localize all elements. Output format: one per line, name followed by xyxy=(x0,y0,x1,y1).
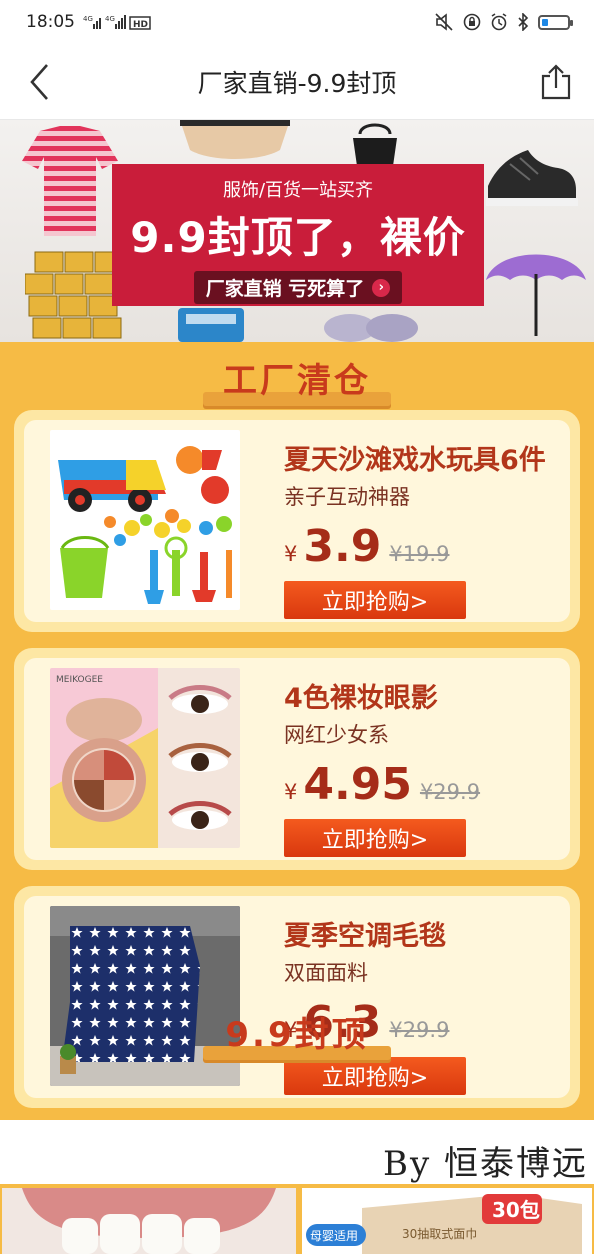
product-info: 4色裸妆眼影 网红少女系 ¥ 4.95 ¥29.9 立即抢购> xyxy=(284,676,560,857)
product-card-inner: 夏天沙滩戏水玩具6件 亲子互动神器 ¥ 3.9 ¥19.9 立即抢购> xyxy=(24,420,570,622)
product-original-price: ¥29.9 xyxy=(419,780,481,804)
section-title: 工厂清仓 xyxy=(223,361,371,401)
underwear-image xyxy=(180,120,290,159)
product-image-eyeshadow[interactable]: MEIKOGEE xyxy=(50,668,240,848)
status-left: 18:05 4G 4G HD xyxy=(26,12,153,32)
section-header-clearance: 工厂清仓 xyxy=(0,342,594,408)
bag-image xyxy=(353,123,397,166)
umbrella-image xyxy=(486,254,586,336)
lock-rotation-icon xyxy=(463,13,481,31)
buy-now-button[interactable]: 立即抢购> xyxy=(284,819,466,857)
face-mask-image xyxy=(178,308,244,342)
product-title[interactable]: 4色裸妆眼影 xyxy=(284,676,560,715)
product-card[interactable]: 夏天沙滩戏水玩具6件 亲子互动神器 ¥ 3.9 ¥19.9 立即抢购> xyxy=(14,410,580,632)
shirt-image xyxy=(22,126,118,236)
product-info: 夏天沙滩戏水玩具6件 亲子互动神器 ¥ 3.9 ¥19.9 立即抢购> xyxy=(284,438,560,619)
arrow-right-icon: › xyxy=(372,278,391,297)
page-title: 厂家直销-9.9封顶 xyxy=(197,68,397,98)
bluetooth-icon xyxy=(518,13,529,31)
hero-banner[interactable]: 服饰/百货一站买齐 9.9封顶了，裸价 厂家直销 亏死算了 › xyxy=(0,120,594,342)
svg-text:HD: HD xyxy=(133,20,148,30)
slippers-image xyxy=(324,314,418,342)
signal-icon: 4G 4G HD xyxy=(83,15,151,30)
product-desc: 亲子互动神器 xyxy=(284,485,410,509)
product-desc: 双面面料 xyxy=(284,961,368,985)
product-image-tissue-box[interactable]: 30包 母婴适用 30抽取式面巾 xyxy=(302,1188,592,1254)
status-right xyxy=(434,13,573,31)
shoe-image xyxy=(486,150,578,206)
status-bar: 18:05 4G 4G HD xyxy=(0,0,594,44)
price-row: ¥ 3.9 ¥19.9 xyxy=(284,525,560,569)
price-row: ¥ 4.95 ¥29.9 xyxy=(284,763,560,807)
nav-bar: 厂家直销-9.9封顶 xyxy=(0,44,594,120)
product-title[interactable]: 夏天沙滩戏水玩具6件 xyxy=(284,438,560,477)
brand-label: MEIKOGEE xyxy=(56,675,103,685)
hero-subtitle: 服饰/百货一站买齐 xyxy=(222,180,374,201)
product-image-beach-toys[interactable] xyxy=(50,430,240,610)
hero-promo-box: 服饰/百货一站买齐 9.9封顶了，裸价 厂家直销 亏死算了 › xyxy=(112,164,484,306)
status-time: 18:05 xyxy=(26,12,75,32)
svg-text:4G: 4G xyxy=(105,15,115,23)
share-icon[interactable] xyxy=(540,62,572,102)
watermark: By 恒泰博远 xyxy=(382,1144,588,1184)
section-title: 9.9封顶 xyxy=(225,1015,369,1055)
currency-symbol: ¥ xyxy=(284,780,298,804)
section-header-99: 9.9封顶 xyxy=(0,996,594,1062)
product-original-price: ¥19.9 xyxy=(389,542,450,566)
mute-icon xyxy=(435,13,453,31)
svg-text:4G: 4G xyxy=(83,15,93,23)
box-text: 30抽取式面巾 xyxy=(402,1227,477,1241)
hero-tag-text: 厂家直销 亏死算了 xyxy=(205,278,365,300)
product-preview-row: 30包 母婴适用 30抽取式面巾 xyxy=(0,1184,594,1254)
product-card[interactable]: MEIKOGEE 4色裸妆眼影 网红少女系 ¥ 4.95 ¥29.9 立即抢购> xyxy=(14,648,580,870)
badge-label: 母婴适用 xyxy=(310,1229,358,1243)
hero-tag[interactable]: 厂家直销 亏死算了 › xyxy=(193,271,403,304)
product-image-teeth[interactable] xyxy=(2,1188,296,1254)
buy-now-button[interactable]: 立即抢购> xyxy=(284,1057,466,1095)
product-title[interactable]: 夏季空调毛毯 xyxy=(284,914,560,953)
alarm-icon xyxy=(491,13,507,31)
chevron-left-icon[interactable] xyxy=(28,62,54,102)
buy-now-button[interactable]: 立即抢购> xyxy=(284,581,466,619)
battery-icon xyxy=(538,14,573,30)
badge-text: 30包 xyxy=(492,1198,540,1222)
product-card-inner: MEIKOGEE 4色裸妆眼影 网红少女系 ¥ 4.95 ¥29.9 立即抢购> xyxy=(24,658,570,860)
product-price: 3.9 xyxy=(303,521,382,572)
product-price: 4.95 xyxy=(303,759,412,810)
currency-symbol: ¥ xyxy=(284,542,298,566)
tissue-stack-image xyxy=(25,251,124,339)
hero-headline: 9.9封顶了，裸价 xyxy=(130,213,466,262)
product-desc: 网红少女系 xyxy=(284,723,389,747)
